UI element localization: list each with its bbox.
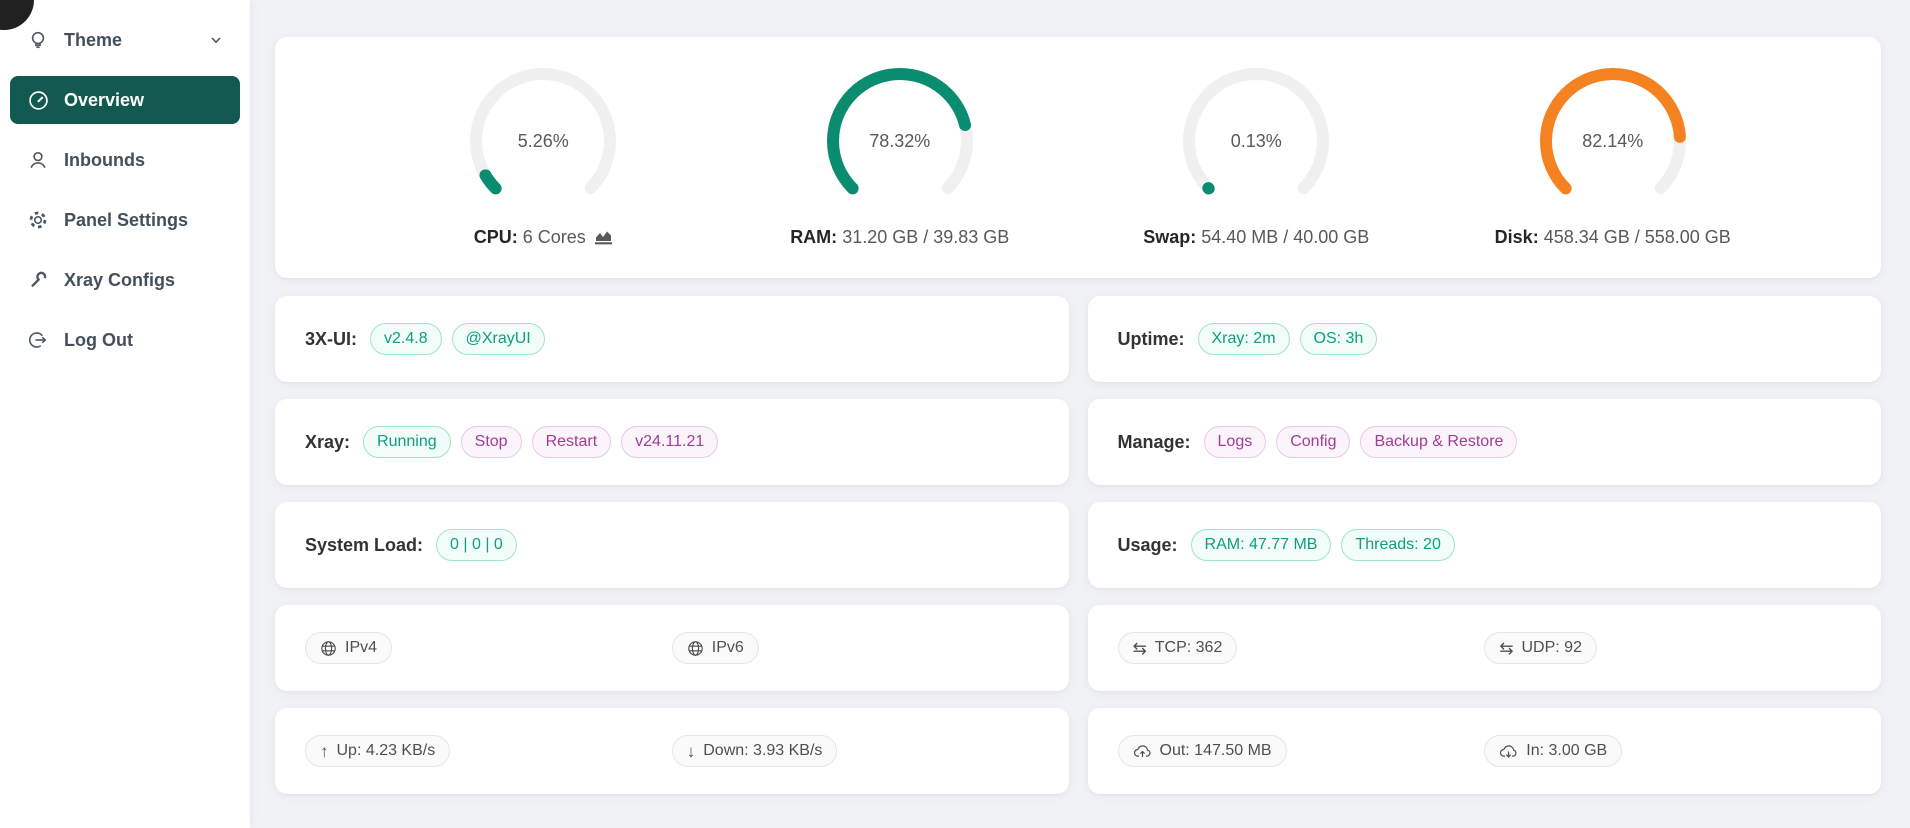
sidebar-item-label: Overview (64, 90, 144, 111)
card-ip-addresses: IPv4 IPv6 (275, 605, 1069, 691)
cpu-history-chart-icon[interactable] (594, 229, 613, 246)
logout-icon (27, 329, 49, 351)
swap-arrows-icon: ⇆ (1499, 640, 1513, 657)
manage-logs-button[interactable]: Logs (1204, 426, 1267, 458)
xray-stop-button[interactable]: Stop (461, 426, 522, 458)
cpu-label: CPU: 6 Cores (474, 227, 613, 248)
ram-percent: 78.32% (820, 61, 980, 221)
sidebar-item-label: Xray Configs (64, 270, 175, 291)
tcp-pill: ⇆ TCP: 362 (1118, 632, 1238, 664)
ipv6-value: IPv6 (712, 639, 744, 657)
sidebar-item-label: Theme (64, 30, 122, 51)
uptime-xray-tag: Xray: 2m (1198, 323, 1290, 355)
arrow-down-icon: ↓ (687, 743, 696, 760)
sidebar-item-overview[interactable]: Overview (10, 76, 240, 124)
traffic-out-pill: Out: 147.50 MB (1118, 735, 1287, 767)
bulb-icon (27, 29, 49, 51)
traffic-out: Out: 147.50 MB (1160, 742, 1272, 760)
xui-telegram-tag[interactable]: @XrayUI (452, 323, 545, 355)
ipv4-value: IPv4 (345, 639, 377, 657)
usage-label: Usage: (1118, 535, 1178, 556)
card-traffic-total: Out: 147.50 MB In: 3.00 GB (1088, 708, 1882, 794)
sidebar-item-xray-configs[interactable]: Xray Configs (10, 256, 240, 304)
tcp-count: TCP: 362 (1155, 639, 1223, 657)
sidebar-menu: Theme Overview Inbounds (0, 0, 250, 364)
disk-gauge: 82.14% Disk: 458.34 GB / 558.00 GB (1435, 61, 1792, 278)
globe-icon (320, 640, 337, 657)
card-network-speed: ↑ Up: 4.23 KB/s ↓ Down: 3.93 KB/s (275, 708, 1069, 794)
uptime-os-tag: OS: 3h (1300, 323, 1378, 355)
cpu-percent: 5.26% (463, 61, 623, 221)
disk-label: Disk: 458.34 GB / 558.00 GB (1495, 227, 1731, 248)
globe-icon (687, 640, 704, 657)
sidebar-item-label: Log Out (64, 330, 133, 351)
swap-percent: 0.13% (1176, 61, 1336, 221)
swap-arrows-icon: ⇆ (1133, 640, 1147, 657)
upload-speed: Up: 4.23 KB/s (337, 742, 436, 760)
card-3x-ui: 3X-UI: v2.4.8 @XrayUI (275, 296, 1069, 382)
xray-restart-button[interactable]: Restart (532, 426, 612, 458)
ram-label: RAM: 31.20 GB / 39.83 GB (790, 227, 1009, 248)
cloud-upload-icon (1133, 743, 1152, 759)
dashboard-icon (27, 89, 49, 111)
manage-backup-restore-button[interactable]: Backup & Restore (1360, 426, 1517, 458)
ipv4-pill: IPv4 (305, 632, 392, 664)
disk-percent: 82.14% (1533, 61, 1693, 221)
system-gauges-card: 5.26% CPU: 6 Cores 78.32% (275, 37, 1881, 278)
3x-ui-label: 3X-UI: (305, 329, 357, 350)
manage-label: Manage: (1118, 432, 1191, 453)
sidebar-item-inbounds[interactable]: Inbounds (10, 136, 240, 184)
traffic-in-pill: In: 3.00 GB (1484, 735, 1622, 767)
gear-icon (27, 209, 49, 231)
card-uptime: Uptime: Xray: 2m OS: 3h (1088, 296, 1882, 382)
usage-threads-tag: Threads: 20 (1341, 529, 1454, 561)
xui-version-tag[interactable]: v2.4.8 (370, 323, 442, 355)
manage-config-button[interactable]: Config (1276, 426, 1350, 458)
sidebar-item-label: Inbounds (64, 150, 145, 171)
swap-gauge: 0.13% Swap: 54.40 MB / 40.00 GB (1078, 61, 1435, 278)
uptime-label: Uptime: (1118, 329, 1185, 350)
card-system-load: System Load: 0 | 0 | 0 (275, 502, 1069, 588)
udp-count: UDP: 92 (1522, 639, 1582, 657)
xray-version-tag[interactable]: v24.11.21 (621, 426, 718, 458)
cloud-download-icon (1499, 743, 1518, 759)
main-content: 5.26% CPU: 6 Cores 78.32% (250, 0, 1910, 794)
xray-status-tag: Running (363, 426, 451, 458)
ram-gauge: 78.32% RAM: 31.20 GB / 39.83 GB (722, 61, 1079, 278)
card-manage: Manage: Logs Config Backup & Restore (1088, 399, 1882, 485)
wrench-icon (27, 269, 49, 291)
download-speed: Down: 3.93 KB/s (703, 742, 822, 760)
download-speed-pill: ↓ Down: 3.93 KB/s (672, 735, 838, 767)
ipv6-pill: IPv6 (672, 632, 759, 664)
chevron-down-icon[interactable] (209, 33, 223, 47)
arrow-up-icon: ↑ (320, 743, 329, 760)
status-cards-grid: 3X-UI: v2.4.8 @XrayUI Uptime: Xray: 2m O… (275, 296, 1881, 794)
swap-label: Swap: 54.40 MB / 40.00 GB (1143, 227, 1369, 248)
cpu-gauge: 5.26% CPU: 6 Cores (365, 61, 722, 278)
card-usage: Usage: RAM: 47.77 MB Threads: 20 (1088, 502, 1882, 588)
card-xray: Xray: Running Stop Restart v24.11.21 (275, 399, 1069, 485)
sidebar-item-panel-settings[interactable]: Panel Settings (10, 196, 240, 244)
xray-label: Xray: (305, 432, 350, 453)
usage-ram-tag: RAM: 47.77 MB (1191, 529, 1332, 561)
sidebar-item-log-out[interactable]: Log Out (10, 316, 240, 364)
card-connections: ⇆ TCP: 362 ⇆ UDP: 92 (1088, 605, 1882, 691)
upload-speed-pill: ↑ Up: 4.23 KB/s (305, 735, 450, 767)
traffic-in: In: 3.00 GB (1526, 742, 1607, 760)
sidebar: Theme Overview Inbounds (0, 0, 250, 828)
udp-pill: ⇆ UDP: 92 (1484, 632, 1597, 664)
user-icon (27, 149, 49, 171)
system-load-values-tag: 0 | 0 | 0 (436, 529, 517, 561)
sidebar-item-theme[interactable]: Theme (10, 16, 240, 64)
system-load-label: System Load: (305, 535, 423, 556)
sidebar-item-label: Panel Settings (64, 210, 188, 231)
